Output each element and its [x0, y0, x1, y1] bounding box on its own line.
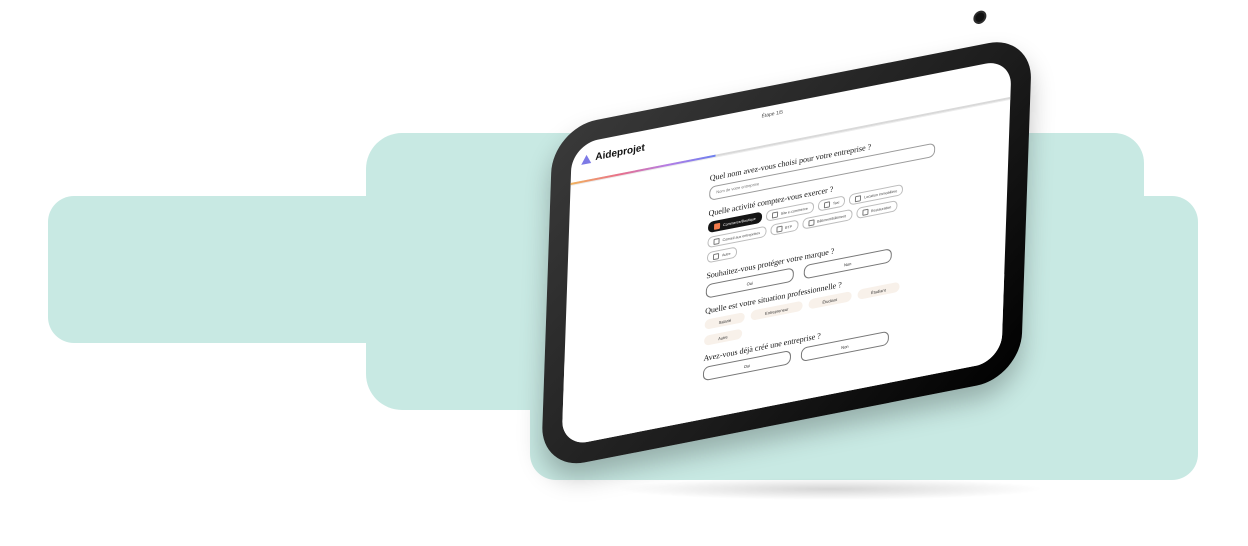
situation-option[interactable]: Autre [703, 328, 742, 346]
camera-icon [973, 9, 987, 26]
tablet-shadow [615, 478, 1045, 500]
triangle-logo-icon [581, 153, 592, 165]
activity-option-label: Location immobilière [864, 188, 898, 200]
activity-option-label: BTP [785, 224, 793, 230]
onboarding-form: Quel nom avez-vous choisi pour votre ent… [702, 121, 940, 382]
background-shape [1090, 196, 1198, 316]
activity-option[interactable]: Taxi [817, 195, 846, 212]
activity-option-label: Bâtiment/bâtiment [816, 213, 847, 224]
checkbox-icon [807, 218, 815, 227]
activity-option-label: Conseil aux entreprises [722, 230, 761, 242]
activity-option-label: Commerce/Boutique [723, 216, 756, 227]
activity-option-label: Autre [721, 251, 731, 257]
brand-logo[interactable]: Aideprojet [581, 142, 645, 166]
checkbox-icon [861, 208, 869, 216]
activity-option[interactable]: BTP [769, 219, 799, 237]
checkbox-icon [855, 194, 862, 202]
activity-option[interactable]: Autre [706, 246, 737, 264]
checkbox-icon [823, 200, 831, 208]
activity-option-label: Taxi [832, 199, 840, 206]
checkbox-icon [775, 225, 783, 233]
step-indicator: Étape 1/5 [761, 109, 784, 120]
checkbox-icon [771, 210, 778, 219]
brand-name: Aideprojet [595, 142, 645, 164]
activity-option-label: Restauration [870, 204, 892, 213]
checkbox-icon [713, 237, 720, 245]
checkbox-icon [713, 222, 721, 230]
checkbox-icon [712, 252, 720, 260]
activity-option-label: Site e-commerce [780, 206, 809, 216]
